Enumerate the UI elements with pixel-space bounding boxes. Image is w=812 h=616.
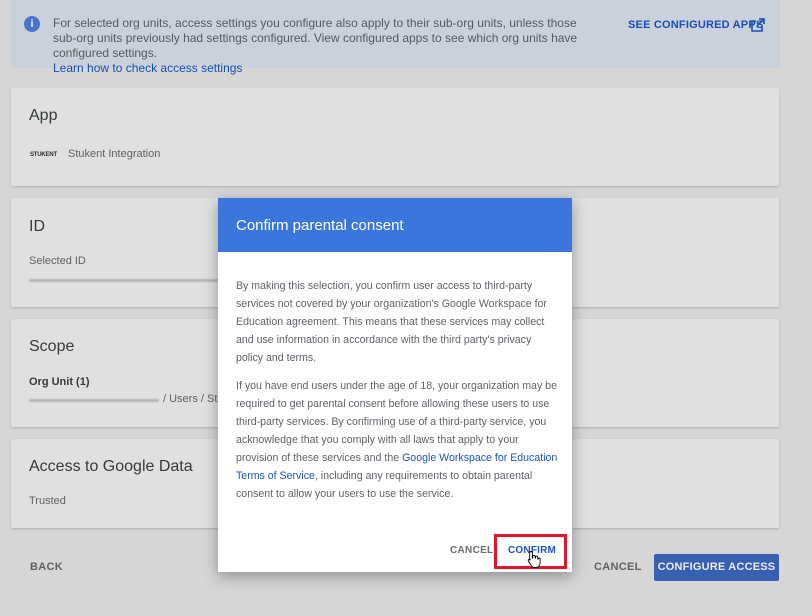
dialog-body: By making this selection, you confirm us… (236, 277, 558, 513)
dialog-cancel-button[interactable]: CANCEL (450, 545, 493, 556)
app-name: Stukent Integration (68, 148, 161, 160)
redacted-id-value (29, 279, 219, 282)
see-configured-apps-button[interactable]: SEE CONFIGURED APPS (628, 19, 763, 31)
learn-access-settings-link[interactable]: Learn how to check access settings (53, 61, 593, 76)
scope-card-title: Scope (29, 338, 75, 355)
access-card-title: Access to Google Data (29, 458, 193, 475)
dialog-paragraph-2: If you have end users under the age of 1… (236, 377, 558, 503)
access-value: Trusted (29, 495, 66, 507)
id-card-title: ID (29, 218, 45, 235)
hand-cursor-icon (527, 551, 541, 568)
parental-consent-dialog: Confirm parental consent By making this … (218, 198, 572, 572)
app-card: App STUKENT Stukent Integration (11, 88, 779, 186)
configure-access-button[interactable]: CONFIGURE ACCESS (654, 554, 779, 581)
dialog-title: Confirm parental consent (236, 217, 404, 234)
banner-line-2: previously had settings configured. View… (53, 31, 578, 60)
redacted-org-path (29, 399, 159, 402)
info-banner: i For selected org units, access setting… (10, 0, 780, 75)
dialog-paragraph-1: By making this selection, you confirm us… (236, 280, 547, 364)
open-in-new-icon[interactable] (750, 17, 766, 33)
cancel-button[interactable]: CANCEL (594, 561, 642, 573)
selected-id-label: Selected ID (29, 255, 86, 267)
banner-text: For selected org units, access settings … (53, 16, 593, 76)
app-card-title: App (29, 107, 58, 124)
org-unit-label: Org Unit (1) (29, 376, 90, 388)
stukent-logo: STUKENT (30, 152, 57, 158)
org-unit-path: / Users / St (163, 393, 218, 405)
back-button[interactable]: BACK (30, 561, 63, 573)
dialog-header: Confirm parental consent (218, 198, 572, 252)
info-icon: i (24, 16, 40, 32)
